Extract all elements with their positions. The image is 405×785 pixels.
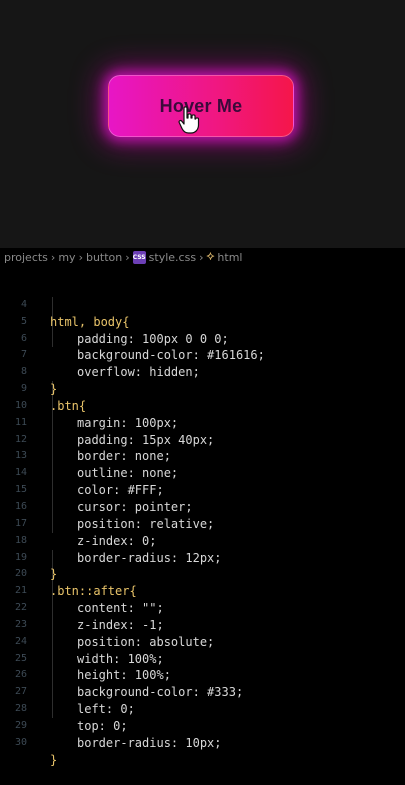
code-line: 22 z-index: -1; [0, 583, 405, 632]
chevron-right-icon: › [50, 250, 56, 264]
hover-me-button-label: Hover Me [159, 95, 243, 116]
code-line: 28 top: 0; [0, 684, 405, 733]
code-line: 13 outline: none; [0, 432, 405, 480]
code-line: 6 background-color: #161616; [0, 314, 405, 363]
chevron-right-icon: › [125, 250, 130, 264]
breadcrumb-my[interactable]: my [58, 251, 75, 264]
code-line: 11 padding: 15px 40px; [0, 398, 405, 447]
code-line: 12 border: none; [0, 415, 405, 464]
code-area[interactable]: 4 html, body{ 5 padding: 100px 0 0 0; 6 … [0, 280, 405, 767]
chevron-right-icon: › [199, 250, 204, 264]
css-selector-icon: ⯎ [206, 250, 215, 263]
breadcrumb-html[interactable]: html [217, 251, 242, 264]
code-editor: projects › my › button › CSS style.css ›… [0, 248, 405, 767]
code-line: 4 html, body{ [0, 280, 405, 329]
code-line: 7 overflow: hidden; [0, 331, 405, 379]
code-line: 30 } [0, 718, 405, 767]
code-line: 9 .btn{ [0, 364, 405, 413]
code-line: 14 color: #FFF; [0, 448, 405, 497]
breadcrumb-button[interactable]: button [86, 251, 122, 264]
code-line: 23 position: absolute; [0, 600, 405, 649]
code-line: 8 } [0, 347, 405, 396]
code-line: 18 border-radius: 12px; [0, 516, 405, 565]
code-line: 10 margin: 100px; [0, 381, 405, 430]
code-line: 25 height: 100%; [0, 634, 405, 683]
code-line: 20 .btn::after{ [0, 550, 405, 598]
code-line: 19 } [0, 533, 405, 582]
line-number: 30 [14, 736, 27, 748]
code-line: 29 border-radius: 10px; [0, 701, 405, 750]
code-line: 21 content: ""; [0, 566, 405, 615]
code-text: border-radius: 10px; [77, 735, 222, 750]
breadcrumb-projects[interactable]: projects [4, 251, 48, 264]
code-line: 27 left: 0; [0, 667, 405, 716]
hand-pointer-icon [178, 106, 200, 134]
breadcrumb: projects › my › button › CSS style.css ›… [0, 248, 405, 266]
code-line: 24 width: 100%; [0, 617, 405, 666]
code-line: 16 position: relative; [0, 482, 405, 531]
chevron-right-icon: › [78, 250, 83, 264]
code-line: 15 cursor: pointer; [0, 465, 405, 514]
code-text: } [50, 752, 58, 767]
css-file-icon: CSS [132, 250, 146, 264]
code-line: 26 background-color: #333; [0, 651, 405, 699]
hover-me-button[interactable]: Hover Me [108, 75, 294, 137]
preview-pane: Hover Me [0, 0, 405, 248]
code-line: 17 z-index: 0; [0, 499, 405, 548]
code-line: 5 padding: 100px 0 0 0; [0, 297, 405, 346]
breadcrumb-style-css[interactable]: style.css [149, 251, 196, 264]
